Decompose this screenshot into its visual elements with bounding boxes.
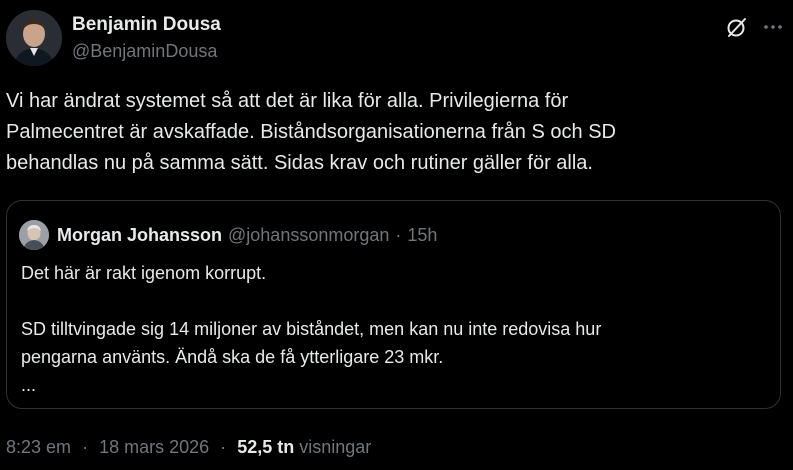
author-display-name[interactable]: Benjamin Dousa [72,13,221,37]
author-names: Benjamin Dousa @BenjaminDousa [72,13,221,63]
tweet-date[interactable]: 18 mars 2026 [99,437,209,457]
author-avatar[interactable] [6,10,62,66]
quoted-author-name[interactable]: Morgan Johansson [57,225,222,246]
quoted-author-avatar[interactable] [19,220,49,250]
quoted-author-handle[interactable]: @johanssonmorgan [228,225,389,246]
quoted-line: SD tilltvingade sig 14 miljoner av bistå… [21,319,602,339]
quoted-line: pengarna använts. Ändå ska de få ytterli… [21,347,444,367]
quoted-line [21,287,766,315]
meta-separator: · [82,437,89,457]
tweet: Benjamin Dousa @BenjaminDousa Vi har änd… [0,0,793,470]
tweet-time[interactable]: 8:23 em [6,437,71,457]
quoted-tweet-header: Morgan Johansson @johanssonmorgan · 15h [19,220,437,250]
views-count: 52,5 tn [237,437,295,457]
more-icon[interactable] [760,14,786,40]
meta-separator: · [220,437,227,457]
grok-icon[interactable] [724,14,750,40]
tweet-meta: 8:23 em · 18 mars 2026 · 52,5 tn visning… [6,437,371,458]
quoted-separator: · [395,224,402,245]
tweet-text: Vi har ändrat systemet så att det är lik… [6,90,616,174]
quoted-tweet[interactable]: Morgan Johansson @johanssonmorgan · 15h … [6,200,781,409]
tweet-header: Benjamin Dousa @BenjaminDousa [6,10,786,68]
quoted-tweet-body: Det här är rakt igenom korrupt. SD tillt… [21,259,766,399]
quoted-line: Det här är rakt igenom korrupt. [21,263,267,283]
quoted-time[interactable]: 15h [407,225,437,246]
author-handle[interactable]: @BenjaminDousa [72,39,221,63]
quoted-line: ... [21,375,37,395]
views-label: visningar [299,437,372,457]
top-actions [724,14,786,40]
